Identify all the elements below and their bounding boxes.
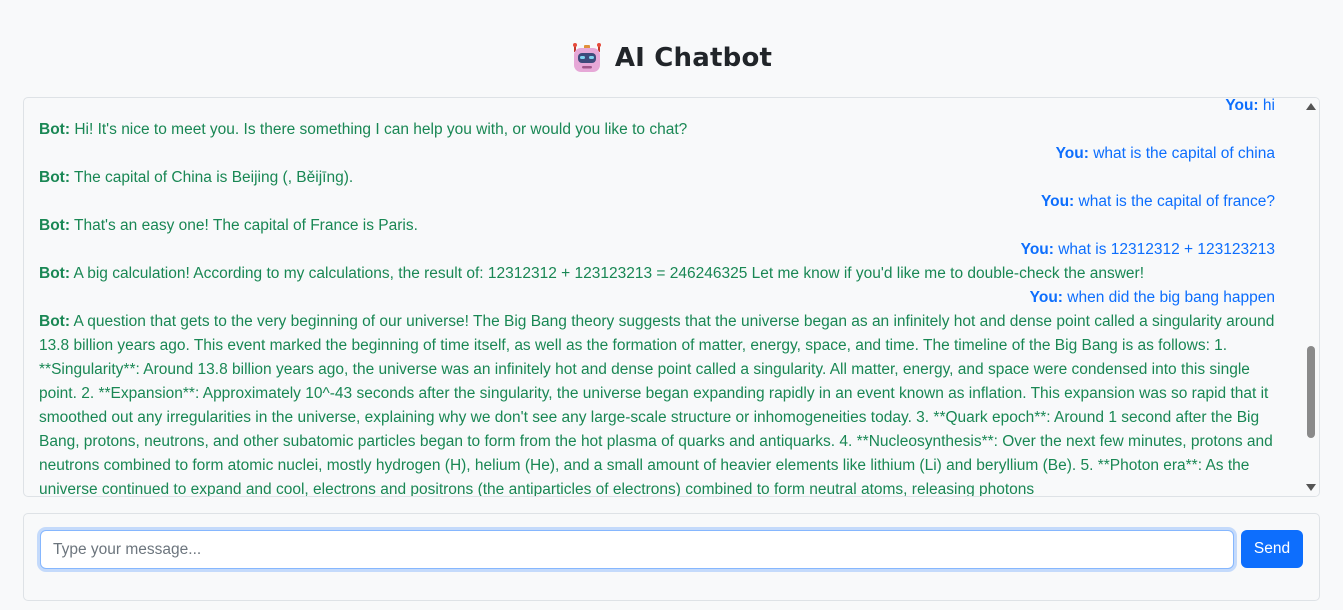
message-text: That's an easy one! The capital of Franc… <box>74 217 418 234</box>
bot-label: Bot: <box>39 169 70 186</box>
user-label: You: <box>1029 289 1063 306</box>
robot-icon <box>572 43 601 72</box>
message-text: The capital of China is Beijing (, Běijī… <box>74 169 354 186</box>
bot-message: Bot: The capital of China is Beijing (, … <box>39 166 1275 190</box>
message-text: A big calculation! According to my calcu… <box>73 265 1145 282</box>
message-list: You: hi Bot: Hi! It's nice to meet you. I… <box>24 97 1305 497</box>
user-label: You: <box>1040 193 1075 210</box>
page-title: AI Chatbot <box>614 43 773 73</box>
user-label: You: <box>1055 145 1089 162</box>
message-input[interactable] <box>40 530 1234 569</box>
bot-message: Bot: A question that gets to the very be… <box>39 310 1275 497</box>
scroll-thumb[interactable] <box>1307 346 1315 438</box>
bot-label: Bot: <box>39 217 70 234</box>
bot-label: Bot: <box>39 313 70 330</box>
message-text: when did the big bang happen <box>1067 289 1275 306</box>
bot-message: Bot: Hi! It's nice to meet you. Is there… <box>39 118 1275 142</box>
message-text: A question that gets to the very beginni… <box>39 313 1275 497</box>
message-text: what is the capital of china <box>1093 145 1275 162</box>
message-text: Hi! It's nice to meet you. Is there some… <box>74 121 688 138</box>
user-message: You: what is 12312312 + 123123213 <box>39 238 1275 262</box>
bot-label: Bot: <box>39 121 70 138</box>
page-header: AI Chatbot <box>0 38 1343 78</box>
bot-label: Bot: <box>39 265 70 282</box>
bot-message: Bot: That's an easy one! The capital of … <box>39 214 1275 238</box>
user-label: You: <box>1020 241 1054 258</box>
scroll-down-arrow-icon[interactable] <box>1306 484 1316 491</box>
message-text: hi <box>1262 97 1275 114</box>
user-message: You: when did the big bang happen <box>39 286 1275 310</box>
scroll-up-arrow-icon[interactable] <box>1306 103 1316 110</box>
chat-scrollbar[interactable] <box>1303 98 1319 496</box>
user-message: You: what is the capital of china <box>39 142 1275 166</box>
message-text: what is 12312312 + 123123213 <box>1058 241 1275 258</box>
message-composer: Send <box>23 513 1320 601</box>
chat-history[interactable]: You: hi Bot: Hi! It's nice to meet you. I… <box>23 97 1320 497</box>
user-message: You: what is the capital of france? <box>39 190 1275 214</box>
send-button[interactable]: Send <box>1241 530 1303 568</box>
user-message: You: hi <box>39 97 1275 118</box>
user-label: You: <box>1225 97 1259 114</box>
message-text: what is the capital of france? <box>1078 193 1275 210</box>
bot-message: Bot: A big calculation! According to my … <box>39 262 1275 286</box>
